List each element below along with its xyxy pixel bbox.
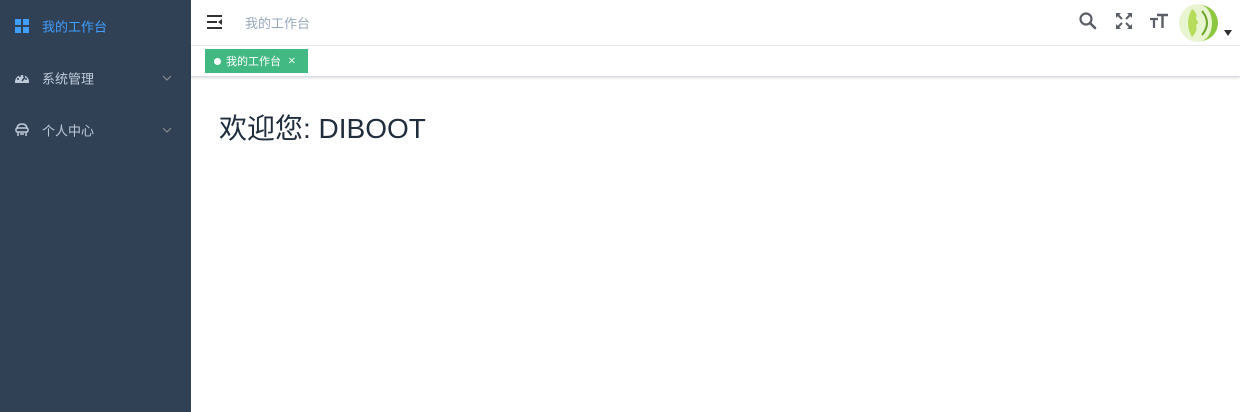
close-icon[interactable]: × <box>288 56 296 67</box>
chevron-down-icon <box>162 75 172 81</box>
dashboard-grid-icon <box>15 19 29 33</box>
fullscreen-icon[interactable] <box>1114 11 1134 31</box>
sidebar-item-label: 我的工作台 <box>42 20 108 36</box>
font-size-icon[interactable] <box>1149 11 1169 31</box>
speedometer-icon <box>15 75 29 83</box>
main-area: 我的工作台 我的工作台 × 欢迎您: DIBOOT <box>191 0 1240 412</box>
user-icon <box>15 123 29 136</box>
tags-view: 我的工作台 × <box>191 46 1240 77</box>
navbar: 我的工作台 <box>191 0 1240 46</box>
main-content: 欢迎您: DIBOOT <box>191 78 1240 412</box>
avatar-icon[interactable] <box>1178 3 1218 43</box>
active-dot-icon <box>214 57 221 65</box>
tag-label: 我的工作台 <box>226 55 281 68</box>
app: 我的工作台 系统管理 个人中心 我的工作台 我的工作台 × 欢迎您: DIBOO… <box>0 0 1240 412</box>
sidebar-item-label: 系统管理 <box>42 72 95 88</box>
sidebar: 我的工作台 系统管理 个人中心 <box>0 0 191 412</box>
search-icon[interactable] <box>1078 11 1098 31</box>
caret-down-icon[interactable] <box>1224 30 1232 36</box>
chevron-down-icon <box>162 127 172 133</box>
tag-dashboard[interactable]: 我的工作台 × <box>205 49 308 73</box>
welcome-heading: 欢迎您: DIBOOT <box>219 113 426 144</box>
breadcrumb: 我的工作台 <box>245 17 311 32</box>
sidebar-item-system-management[interactable]: 系统管理 <box>0 52 191 104</box>
menu-fold-icon[interactable] <box>205 12 225 32</box>
sidebar-item-label: 个人中心 <box>42 124 95 140</box>
sidebar-item-dashboard[interactable]: 我的工作台 <box>0 0 191 52</box>
sidebar-item-personal-center[interactable]: 个人中心 <box>0 104 191 156</box>
